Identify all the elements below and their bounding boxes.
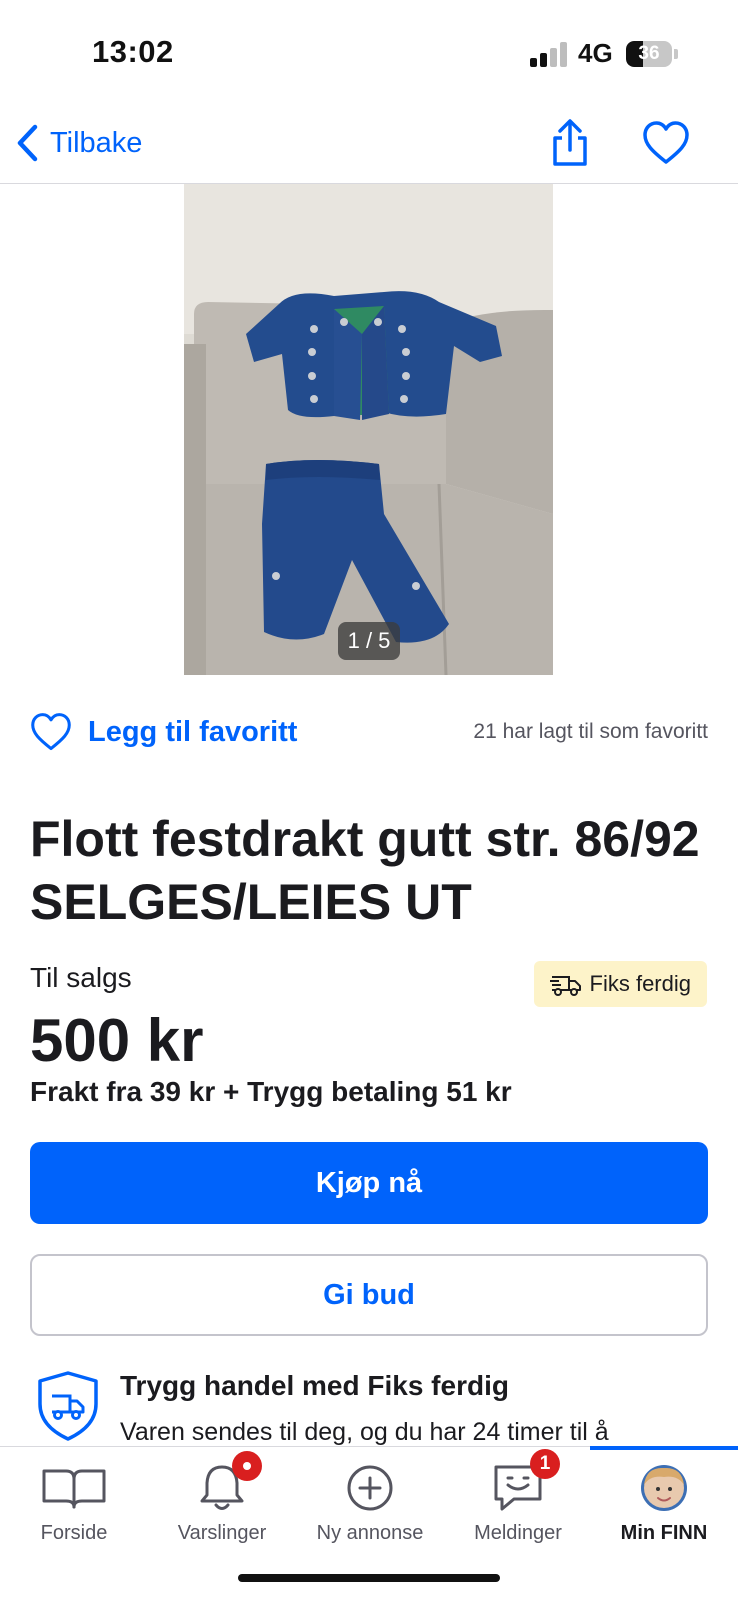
fiks-ferdig-badge: Fiks ferdig [533,961,707,1007]
tab-varslinger[interactable]: Varslinger [148,1447,296,1557]
tab-label: Ny annonse [316,1522,424,1544]
battery-icon: 36 [626,41,672,67]
listing-image[interactable] [184,184,553,675]
add-favorite-button[interactable]: Legg til favoritt [30,708,297,756]
buy-now-button[interactable]: Kjøp nå [30,1142,708,1224]
listing-photo [184,184,553,675]
shield-truck-icon [38,1371,98,1441]
tab-ny-annonse[interactable]: Ny annonse [296,1447,444,1557]
tab-label: Min FINN [620,1522,708,1544]
heart-icon [31,713,71,751]
tab-label: Forside [40,1522,108,1544]
tab-meldinger[interactable]: 1 Meldinger [444,1447,592,1557]
make-bid-button[interactable]: Gi bud [30,1254,708,1336]
notification-dot-badge [232,1451,262,1481]
delivery-truck-icon [549,976,581,996]
book-icon [42,1469,106,1509]
add-favorite-label: Legg til favoritt [88,715,298,748]
message-count-badge: 1 [530,1449,560,1479]
tab-min-finn[interactable]: Min FINN [590,1447,738,1557]
home-indicator [238,1574,500,1582]
back-button[interactable]: Tilbake [14,118,142,168]
price: 500 kr [30,1007,204,1074]
network-label: 4G [578,38,613,68]
heart-icon [643,121,689,164]
favorite-button[interactable] [642,120,690,166]
image-counter: 1 / 5 [338,622,400,660]
tab-forside[interactable]: Forside [0,1447,148,1557]
avatar [641,1465,687,1511]
trygg-handel-title: Trygg handel med Fiks ferdig [120,1370,509,1401]
shipping-info: Frakt fra 39 kr + Trygg betaling 51 kr [30,1076,512,1107]
status-time: 13:02 [92,34,174,69]
sale-label: Til salgs [30,962,132,993]
back-label: Tilbake [50,126,143,159]
listing-title: Flott festdrakt gutt str. 86/92 SELGES/L… [30,811,700,930]
battery-level: 36 [638,43,660,64]
battery-cap [674,49,678,59]
trygg-handel-text: Varen sendes til deg, og du har 24 timer… [120,1418,609,1446]
signal-icon [530,41,570,67]
fiks-ferdig-label: Fiks ferdig [589,971,691,996]
tab-label: Meldinger [474,1522,562,1544]
share-button[interactable] [548,118,592,168]
share-icon [553,119,587,166]
tab-label: Varslinger [177,1522,267,1544]
favorite-count: 21 har lagt til som favoritt [473,720,708,743]
chevron-left-icon [17,124,38,162]
plus-circle-icon [347,1465,393,1511]
